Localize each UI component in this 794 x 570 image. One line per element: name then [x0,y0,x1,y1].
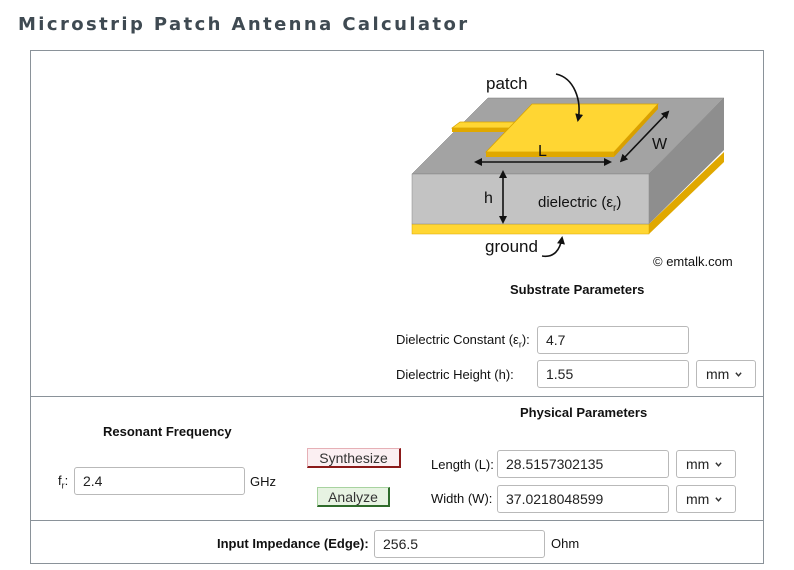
copyright-label: © emtalk.com [653,254,733,269]
impedance-unit: Ohm [551,536,580,551]
dielectric-constant-input[interactable]: 4.7 [537,326,689,354]
page-title: Microstrip Patch Antenna Calculator [18,14,470,35]
section-divider [30,396,764,397]
chevron-down-icon [735,371,742,377]
substrate-front [411,173,650,225]
input-impedance-label: Input Impedance (Edge): [217,536,369,551]
frequency-input[interactable]: 2.4 [74,467,245,495]
length-label: L [538,143,547,160]
synthesize-button[interactable]: Synthesize [307,448,401,468]
dielectric-height-label: Dielectric Height (h): [396,367,514,382]
patch-front-edge [486,152,614,157]
ground-label: ground [485,237,538,256]
length-input[interactable]: 28.5157302135 [497,450,669,478]
substrate-parameters-heading: Substrate Parameters [510,282,645,297]
ground-plane-front [411,223,650,235]
width-input[interactable]: 37.0218048599 [497,485,669,513]
ground-pointer [541,236,565,258]
height-label: h [484,190,493,207]
resonant-frequency-heading: Resonant Frequency [103,424,232,439]
length-label: Length (L): [431,457,494,472]
chevron-down-icon [715,461,722,467]
frequency-unit: GHz [250,474,276,489]
dielectric-height-unit-select[interactable]: mm [696,360,756,388]
length-unit-select[interactable]: mm [676,450,736,478]
frequency-label: fr: [58,473,69,491]
dielectric-constant-label: Dielectric Constant (εr): [396,332,530,350]
unit-value: mm [686,491,710,507]
chevron-down-icon [715,496,722,502]
analyze-button[interactable]: Analyze [317,487,390,507]
width-label: W [652,136,668,153]
unit-value: mm [706,366,730,382]
width-label: Width (W): [431,491,493,506]
input-impedance-input[interactable]: 256.5 [374,530,545,558]
dielectric-height-input[interactable]: 1.55 [537,360,689,388]
unit-value: mm [686,456,710,472]
section-divider [30,520,764,521]
patch-antenna-diagram: patch L W h dielectric (εr) ground © emt… [411,73,733,269]
physical-parameters-heading: Physical Parameters [520,405,648,420]
patch-label: patch [486,74,528,93]
width-unit-select[interactable]: mm [676,485,736,513]
